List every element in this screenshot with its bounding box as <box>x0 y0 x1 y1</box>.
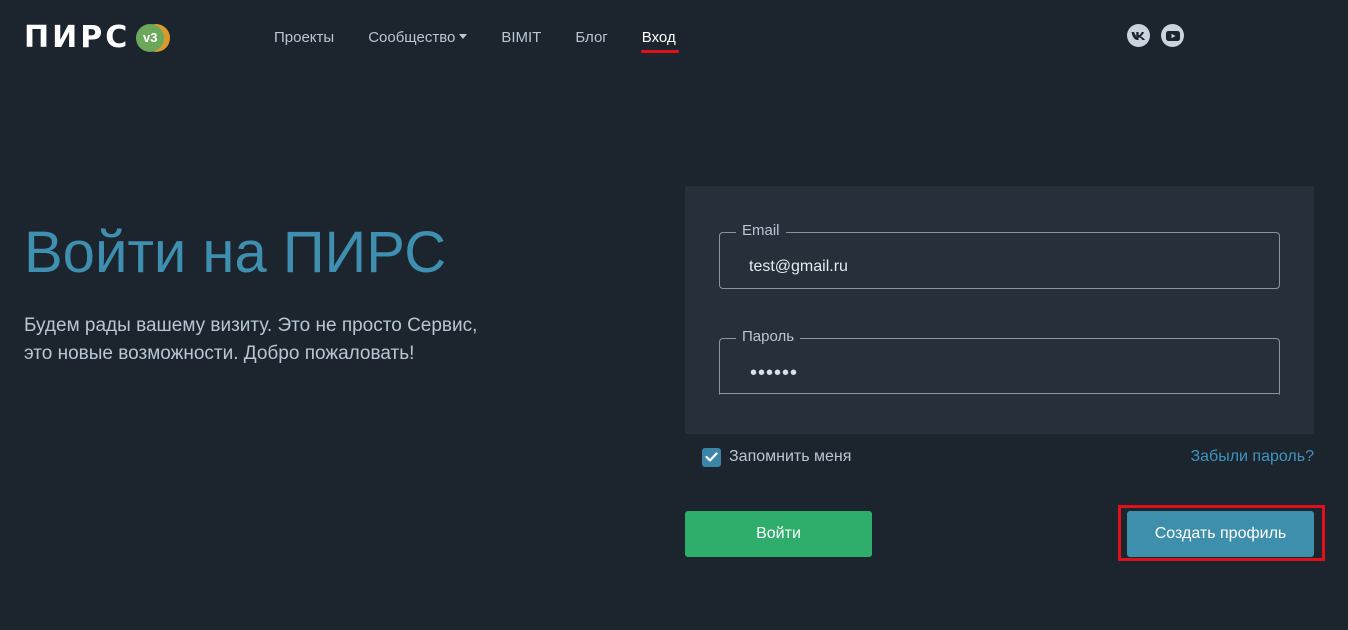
password-underline <box>719 393 1280 394</box>
logo-text: ПИРС <box>24 20 131 55</box>
forgot-password-link[interactable]: Забыли пароль? <box>1190 447 1314 467</box>
checkmark-icon <box>705 452 718 462</box>
password-value[interactable]: •••••• <box>750 361 798 385</box>
active-nav-underline <box>640 50 679 53</box>
social-links <box>1127 24 1184 47</box>
logo[interactable]: ПИРС v3 <box>24 22 172 54</box>
vk-icon[interactable] <box>1127 24 1150 47</box>
caret-down-icon <box>459 33 468 39</box>
version-badge: v3 <box>136 23 172 53</box>
password-label: Пароль <box>736 328 801 346</box>
nav-item-projects[interactable]: Проекты <box>274 28 334 48</box>
youtube-icon[interactable] <box>1161 24 1184 47</box>
page-title: Войти на ПИРС <box>24 220 447 285</box>
nav-item-bimit[interactable]: BIMIT <box>501 28 541 48</box>
main-nav: Проекты Сообщество BIMIT Блог Вход <box>274 28 710 53</box>
create-profile-button[interactable]: Создать профиль <box>1127 511 1314 557</box>
login-button[interactable]: Войти <box>685 511 872 557</box>
email-label: Email <box>736 222 786 240</box>
page-subtitle: Будем рады вашему визиту. Это не просто … <box>24 315 478 364</box>
remember-me[interactable]: Запомнить меня <box>702 447 851 467</box>
nav-item-community[interactable]: Сообщество <box>368 28 468 48</box>
login-form: Email test@gmail.ru Пароль •••••• <box>685 186 1314 434</box>
email-field[interactable]: Email test@gmail.ru <box>719 222 1280 289</box>
remember-checkbox[interactable] <box>702 447 721 467</box>
password-field[interactable]: Пароль •••••• <box>719 328 1280 395</box>
email-value[interactable]: test@gmail.ru <box>749 257 848 277</box>
nav-item-blog[interactable]: Блог <box>575 28 607 48</box>
remember-label: Запомнить меня <box>729 448 852 465</box>
nav-item-login[interactable]: Вход <box>640 28 679 53</box>
